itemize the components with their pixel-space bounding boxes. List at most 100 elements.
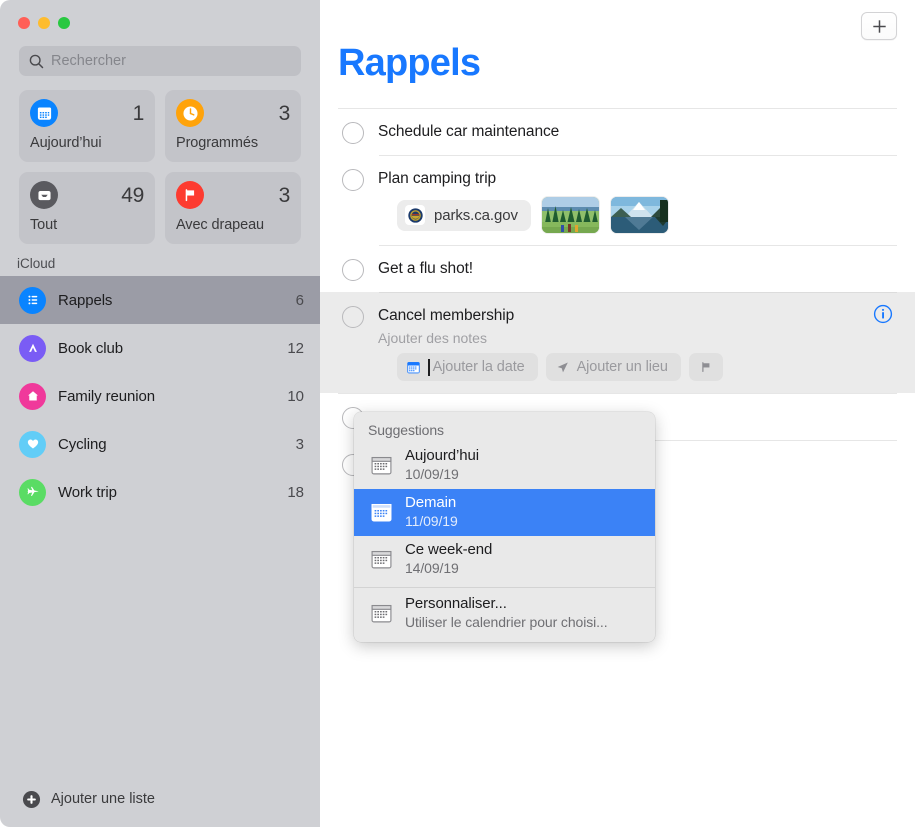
table-row[interactable]: Get a flu shot!: [320, 245, 915, 292]
info-circle-icon[interactable]: [873, 304, 893, 329]
complete-circle-icon[interactable]: [342, 259, 364, 281]
section-header-icloud: iCloud: [0, 244, 320, 276]
calendar-icon: [370, 602, 393, 625]
sidebar-item-rappels[interactable]: Rappels 6: [0, 276, 320, 324]
smart-list-label: Avec drapeau: [176, 217, 290, 233]
sidebar-item-cycling[interactable]: Cycling 3: [0, 420, 320, 468]
smart-list-label: Aujourd’hui: [30, 135, 144, 151]
clock-icon: [176, 99, 204, 127]
complete-circle-icon[interactable]: [342, 122, 364, 144]
reminder-title[interactable]: Cancel membership: [378, 305, 514, 327]
search-icon: [29, 54, 44, 69]
smart-list-count: 3: [279, 103, 290, 124]
smart-list-all[interactable]: 49 Tout: [19, 172, 155, 244]
add-list-button[interactable]: Ajouter une liste: [0, 771, 320, 827]
heart-icon: [19, 431, 46, 458]
sidebar-item-label: Cycling: [58, 436, 284, 453]
smart-list-count: 49: [121, 185, 144, 206]
add-location-button[interactable]: Ajouter un lieu: [546, 353, 681, 381]
add-date-label: Ajouter la date: [433, 359, 525, 375]
calendar-icon: [30, 99, 58, 127]
notes-field[interactable]: Ajouter des notes: [378, 328, 514, 348]
calendar-icon: [406, 360, 421, 375]
smart-list-today[interactable]: 1 Aujourd’hui: [19, 90, 155, 162]
flag-button[interactable]: [689, 353, 723, 381]
dropdown-item-secondary: 10/09/19: [405, 465, 479, 483]
calendar-icon: [370, 548, 393, 571]
dropdown-item-primary: Personnaliser...: [405, 595, 608, 613]
photo-attachment[interactable]: [541, 196, 600, 234]
sidebar-item-family-reunion[interactable]: Family reunion 10: [0, 372, 320, 420]
page-title: Rappels: [338, 42, 480, 85]
smart-list-label: Tout: [30, 217, 144, 233]
calendar-icon: [370, 501, 393, 524]
sidebar-item-book-club[interactable]: Book club 12: [0, 324, 320, 372]
sidebar-item-count: 3: [296, 436, 304, 453]
reminders-window: 1 Aujourd’hui 3 Programm: [0, 0, 915, 827]
add-reminder-button[interactable]: [861, 12, 897, 40]
sidebar-item-count: 10: [287, 388, 304, 405]
flag-icon: [699, 360, 713, 374]
date-suggestions-dropdown[interactable]: Suggestions Aujourd’hui 10/09/19: [354, 412, 655, 642]
house-icon: [19, 383, 46, 410]
dropdown-item-today[interactable]: Aujourd’hui 10/09/19: [354, 442, 655, 489]
url-attachment[interactable]: parks.ca.gov: [397, 200, 531, 231]
sidebar-item-label: Work trip: [58, 484, 275, 501]
plus-icon: [872, 19, 887, 34]
add-location-label: Ajouter un lieu: [577, 359, 668, 375]
zoom-button[interactable]: [58, 17, 70, 29]
reminder-title: Schedule car maintenance: [378, 121, 559, 143]
dropdown-item-weekend[interactable]: Ce week-end 14/09/19: [354, 536, 655, 583]
airplane-icon: [19, 479, 46, 506]
flag-icon: [176, 181, 204, 209]
add-date-button[interactable]: Ajouter la date: [397, 353, 538, 381]
search-input[interactable]: [51, 53, 291, 69]
dropdown-item-customize[interactable]: Personnaliser... Utiliser le calendrier …: [354, 590, 655, 637]
dropdown-item-primary: Ce week-end: [405, 541, 492, 559]
add-list-label: Ajouter une liste: [51, 791, 155, 807]
url-label: parks.ca.gov: [434, 207, 518, 224]
globe-seal-favicon: [405, 205, 425, 225]
sidebar-item-label: Rappels: [58, 292, 284, 309]
text-cursor: [428, 359, 430, 376]
photo-attachment[interactable]: [610, 196, 669, 234]
smart-list-scheduled[interactable]: 3 Programmés: [165, 90, 301, 162]
reminder-title: Plan camping trip: [378, 168, 496, 190]
complete-circle-icon[interactable]: [342, 169, 364, 191]
table-row[interactable]: Plan camping trip: [320, 155, 915, 245]
sidebar-item-label: Book club: [58, 340, 275, 357]
complete-circle-icon[interactable]: [342, 306, 364, 328]
smart-list-count: 1: [133, 103, 144, 124]
window-controls: [0, 0, 320, 38]
plus-circle-icon: [22, 790, 41, 809]
dropdown-item-primary: Demain: [405, 494, 458, 512]
divider: [354, 587, 655, 588]
location-arrow-icon: [555, 360, 570, 375]
sidebar-item-count: 6: [296, 292, 304, 309]
attachments-row: parks.ca.gov: [338, 194, 897, 245]
sidebar-item-label: Family reunion: [58, 388, 275, 405]
list-bullets-icon: [19, 287, 46, 314]
smart-list-flagged[interactable]: 3 Avec drapeau: [165, 172, 301, 244]
smart-lists-grid: 1 Aujourd’hui 3 Programm: [0, 76, 320, 244]
reminder-actions: Ajouter la date Ajouter un lieu: [338, 350, 897, 393]
sidebar-item-work-trip[interactable]: Work trip 18: [0, 468, 320, 516]
table-row[interactable]: Schedule car maintenance: [320, 108, 915, 155]
sidebar: 1 Aujourd’hui 3 Programm: [0, 0, 320, 827]
inbox-icon: [30, 181, 58, 209]
smart-list-count: 3: [279, 185, 290, 206]
reminder-title: Get a flu shot!: [378, 258, 473, 280]
person-icon: [19, 335, 46, 362]
sidebar-item-count: 12: [287, 340, 304, 357]
minimize-button[interactable]: [38, 17, 50, 29]
table-row-editing[interactable]: Cancel membership Ajouter des notes: [320, 292, 915, 393]
search-box[interactable]: [19, 46, 301, 76]
sidebar-item-count: 18: [287, 484, 304, 501]
dropdown-item-primary: Aujourd’hui: [405, 447, 479, 465]
dropdown-header: Suggestions: [354, 417, 655, 442]
dropdown-item-secondary: 14/09/19: [405, 559, 492, 577]
dropdown-item-secondary: 11/09/19: [405, 512, 458, 530]
dropdown-item-secondary: Utiliser le calendrier pour choisi...: [405, 613, 608, 631]
close-button[interactable]: [18, 17, 30, 29]
dropdown-item-tomorrow[interactable]: Demain 11/09/19: [354, 489, 655, 536]
